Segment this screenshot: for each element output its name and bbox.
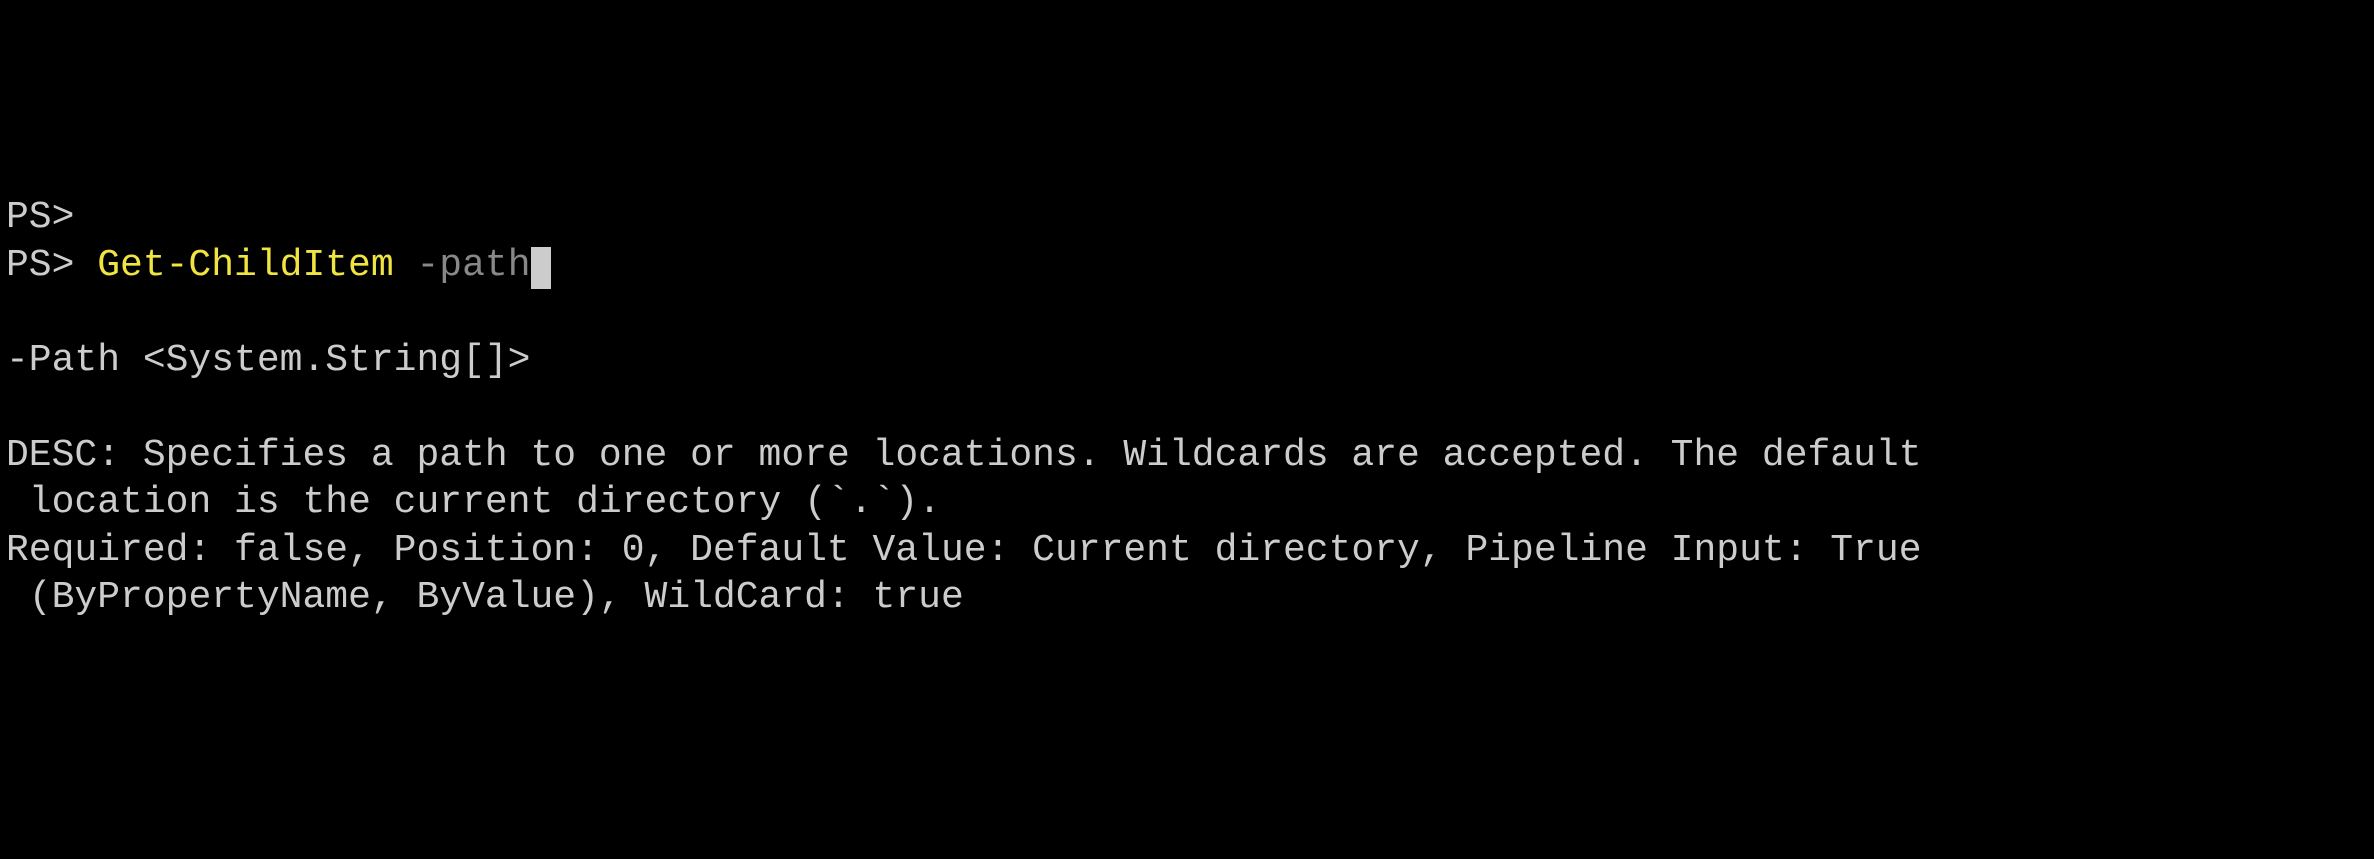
terminal-window[interactable]: PS>PS> Get-ChildItem -path-Path <System.…: [6, 194, 2368, 622]
help-metadata-line-1: Required: false, Position: 0, Default Va…: [6, 527, 2368, 575]
prompt-line-1: PS>: [6, 194, 2368, 242]
help-metadata-line-2: (ByPropertyName, ByValue), WildCard: tru…: [6, 574, 2368, 622]
parameter-name: -path: [416, 244, 530, 287]
desc-label: DESC:: [6, 434, 143, 477]
cursor: [531, 247, 552, 289]
command-line[interactable]: PS> Get-ChildItem -path: [6, 242, 2368, 290]
help-signature: -Path <System.String[]>: [6, 337, 2368, 385]
blank-line: [6, 384, 2368, 432]
help-description-line-1: DESC: Specifies a path to one or more lo…: [6, 432, 2368, 480]
ps-prompt: PS>: [6, 244, 97, 287]
ps-prompt: PS>: [6, 196, 74, 239]
space: [394, 244, 417, 287]
help-description-line-2: location is the current directory (`.`).: [6, 479, 2368, 527]
desc-text: Specifies a path to one or more location…: [143, 434, 1922, 477]
blank-line: [6, 289, 2368, 337]
cmdlet-name: Get-ChildItem: [97, 244, 393, 287]
